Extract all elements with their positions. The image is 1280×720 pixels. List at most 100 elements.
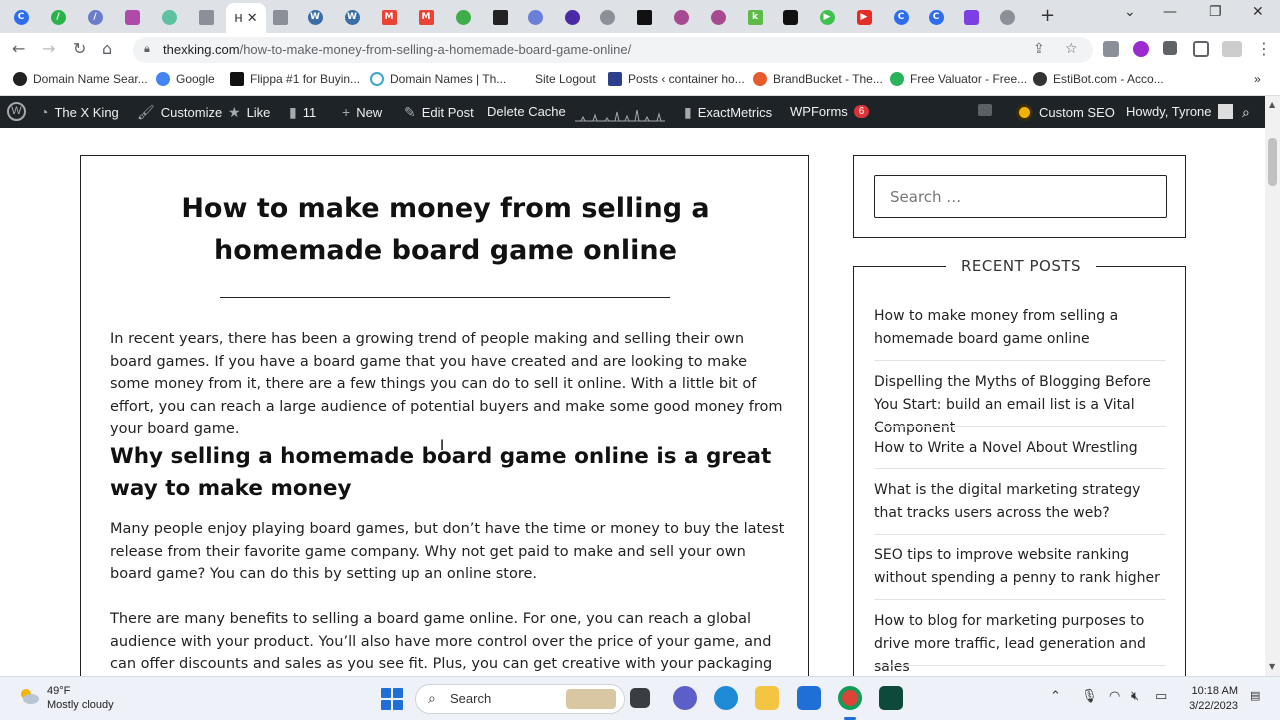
browser-tab[interactable] — [627, 5, 661, 29]
browser-tab[interactable] — [701, 5, 735, 29]
search-input[interactable]: Search … — [874, 175, 1167, 218]
browser-tab[interactable]: k — [738, 5, 772, 29]
custom-seo-link[interactable]: Custom SEO — [1016, 104, 1115, 121]
share-icon[interactable]: ⇪ — [1033, 41, 1045, 57]
bookmark-item[interactable]: Google — [156, 72, 215, 86]
forward-arrow-icon[interactable]: → — [42, 39, 55, 58]
new-content-link[interactable]: + New — [342, 104, 382, 120]
scroll-down-icon[interactable]: ▼ — [1269, 662, 1275, 671]
side-panel-icon[interactable] — [1193, 41, 1209, 57]
chevron-down-icon[interactable]: ⌄ — [1124, 4, 1136, 20]
browser-tab[interactable]: / — [78, 5, 112, 29]
browser-tab[interactable] — [954, 5, 988, 29]
bookmarks-overflow-button[interactable]: » — [1254, 72, 1261, 86]
browser-tab[interactable]: ▶ — [810, 5, 844, 29]
bookmark-item[interactable]: Posts ‹ container ho... — [608, 72, 745, 86]
browser-tab[interactable] — [115, 5, 149, 29]
browser-tab[interactable] — [518, 5, 552, 29]
browser-tab[interactable] — [773, 5, 807, 29]
wordpress-logo-icon[interactable]: W — [7, 102, 26, 121]
extension-icon[interactable] — [1133, 41, 1149, 57]
browser-tab[interactable]: C — [884, 5, 918, 29]
bookmark-item[interactable]: EstiBot.com - Acco... — [1033, 72, 1164, 86]
minimize-icon[interactable]: — — [1163, 4, 1177, 20]
close-window-icon[interactable]: ✕ — [1252, 4, 1264, 20]
chrome-icon[interactable] — [838, 686, 862, 710]
bookmark-item[interactable]: Flippa #1 for Buyin... — [230, 72, 360, 86]
page-scrollbar[interactable]: ▲ ▼ — [1265, 96, 1280, 676]
battery-icon[interactable]: ▭ — [1155, 689, 1167, 704]
comments-link[interactable]: ▮ 11 — [289, 104, 316, 121]
recent-post-link[interactable]: Dispelling the Myths of Blogging Before … — [874, 371, 1167, 440]
mail-icon[interactable] — [797, 686, 821, 710]
restore-icon[interactable]: ❐ — [1209, 4, 1222, 20]
notification-icon[interactable] — [978, 104, 992, 116]
browser-tab[interactable]: W — [335, 5, 369, 29]
browser-tab-active[interactable]: H ✕ — [226, 3, 266, 33]
speaker-muted-icon[interactable]: 🔇︎ — [1131, 689, 1139, 704]
bookmark-item[interactable]: Domain Names | Th... — [370, 72, 506, 86]
gmail-icon: M — [381, 9, 397, 25]
notifications-icon[interactable]: ▤ — [1250, 689, 1260, 702]
account-menu[interactable]: Howdy, Tyrone — [1126, 104, 1233, 119]
customize-link[interactable]: 🖌︎ Customize — [137, 104, 222, 121]
new-tab-button[interactable]: + — [1040, 5, 1055, 26]
extension-icon[interactable] — [1103, 41, 1119, 57]
chevron-up-icon[interactable]: ⌃ — [1050, 689, 1061, 704]
browser-tab[interactable] — [483, 5, 517, 29]
site-name-link[interactable]: ◔ The X King — [40, 104, 119, 120]
browser-tab[interactable]: M — [372, 5, 406, 29]
reload-icon[interactable]: ↻ — [73, 39, 86, 58]
wpforms-link[interactable]: WPForms 6 — [790, 104, 870, 119]
browser-tab[interactable] — [990, 5, 1024, 29]
weather-widget[interactable]: 49°F Mostly cloudy — [47, 684, 114, 712]
system-clock[interactable]: 10:18 AM 3/22/2023 — [1184, 684, 1238, 714]
scrollbar-thumb[interactable] — [1268, 138, 1277, 186]
search-icon[interactable]: ⌕ — [1242, 104, 1250, 121]
browser-tab[interactable] — [555, 5, 589, 29]
file-explorer-icon[interactable] — [755, 686, 779, 710]
terminal-icon[interactable] — [879, 686, 903, 710]
bookmark-item[interactable]: Site Logout — [535, 72, 596, 86]
recent-post-link[interactable]: How to make money from selling a homemad… — [874, 305, 1167, 351]
chat-icon[interactable] — [673, 686, 697, 710]
browser-tab[interactable] — [590, 5, 624, 29]
delete-cache-link[interactable]: Delete Cache — [487, 104, 566, 119]
recent-post-link[interactable]: SEO tips to improve website ranking with… — [874, 544, 1167, 590]
recent-post-link[interactable]: How to Write a Novel About Wrestling — [874, 437, 1167, 460]
bookmark-item[interactable]: Free Valuator - Free... — [890, 72, 1027, 86]
browser-tab[interactable]: W — [298, 5, 332, 29]
scroll-up-icon[interactable]: ▲ — [1269, 100, 1275, 109]
menu-kebab-icon[interactable]: ⋮ — [1256, 39, 1272, 58]
browser-tab[interactable]: C — [4, 5, 38, 29]
browser-tab[interactable] — [263, 5, 297, 29]
like-link[interactable]: ★ Like — [228, 104, 270, 121]
browser-tab[interactable] — [189, 5, 223, 29]
exactmetrics-link[interactable]: ▮ ExactMetrics — [684, 104, 772, 121]
bookmark-item[interactable]: BrandBucket - The... — [753, 72, 883, 86]
edge-icon[interactable] — [714, 686, 738, 710]
back-arrow-icon[interactable]: ← — [12, 39, 25, 58]
recent-post-link[interactable]: What is the digital marketing strategy t… — [874, 479, 1167, 525]
bookmark-item[interactable]: Domain Name Sear... — [13, 72, 148, 86]
browser-tab[interactable]: ▶ — [847, 5, 881, 29]
microphone-icon[interactable]: 🎙︎ — [1081, 689, 1098, 704]
browser-tab[interactable] — [664, 5, 698, 29]
windows-start-icon[interactable] — [381, 688, 403, 710]
browser-tab[interactable]: C — [919, 5, 953, 29]
close-icon[interactable]: ✕ — [247, 11, 258, 26]
taskbar-search[interactable]: ⌕ Search — [415, 684, 625, 714]
browser-tab[interactable] — [152, 5, 186, 29]
star-icon[interactable]: ☆ — [1065, 41, 1078, 57]
browser-tab[interactable] — [446, 5, 480, 29]
home-icon[interactable]: ⌂ — [102, 39, 112, 58]
recent-post-link[interactable]: How to blog for marketing purposes to dr… — [874, 610, 1167, 676]
browser-tab[interactable]: / — [41, 5, 75, 29]
profile-avatar[interactable] — [1222, 41, 1242, 57]
edit-post-link[interactable]: ✎ Edit Post — [404, 104, 474, 121]
browser-tab[interactable]: M — [409, 5, 443, 29]
wifi-icon[interactable]: ◠ — [1109, 689, 1120, 704]
address-bar[interactable]: 🔒︎ thexking.com/how-to-make-money-from-s… — [133, 37, 1093, 63]
task-view-icon[interactable] — [630, 688, 650, 708]
puzzle-icon[interactable] — [1163, 41, 1177, 55]
